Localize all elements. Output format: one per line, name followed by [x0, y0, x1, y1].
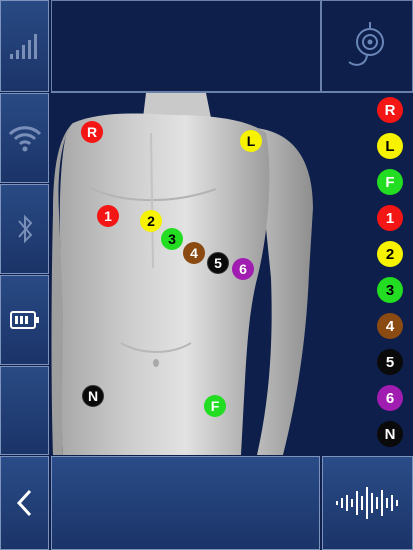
- electrode-1-label: 1: [104, 208, 112, 224]
- battery-icon: [9, 311, 39, 329]
- electrode-r-label: R: [86, 124, 98, 140]
- legend-3-label: 3: [385, 281, 395, 299]
- torso-image: [51, 93, 313, 455]
- legend-n: N: [377, 421, 403, 447]
- legend-5: 5: [377, 349, 403, 375]
- legend-5-label: 5: [385, 353, 395, 371]
- header-panel: [51, 0, 321, 92]
- electrode-2[interactable]: 2: [140, 210, 162, 232]
- electrode-l-label: L: [246, 133, 256, 149]
- back-button[interactable]: [0, 456, 49, 550]
- chevron-left-icon: [16, 489, 31, 517]
- electrode-1[interactable]: 1: [97, 205, 119, 227]
- electrode-4-label: 4: [190, 245, 198, 261]
- legend-4-label: 4: [385, 317, 395, 335]
- legend-n-label: N: [384, 425, 396, 443]
- legend-r: R: [377, 97, 403, 123]
- bottom-center-button[interactable]: [51, 456, 320, 550]
- empty-side-button[interactable]: [0, 366, 49, 455]
- electrode-3-label: 3: [168, 231, 176, 247]
- legend-f-label: F: [385, 173, 395, 191]
- legend-r-label: R: [384, 101, 396, 119]
- legend-l: L: [377, 133, 403, 159]
- legend-6-label: 6: [385, 389, 395, 407]
- legend-6: 6: [377, 385, 403, 411]
- bluetooth-icon: [17, 214, 32, 244]
- legend-1: 1: [377, 205, 403, 231]
- electrode-6-label: 6: [239, 261, 247, 277]
- electrode-r[interactable]: R: [81, 121, 103, 143]
- electrode-5-label: 5: [214, 255, 222, 271]
- electrode-2-label: 2: [147, 213, 155, 229]
- electrode-n[interactable]: N: [82, 385, 104, 407]
- wifi-button[interactable]: [0, 93, 49, 183]
- legend-1-label: 1: [385, 209, 395, 227]
- electrode-3[interactable]: 3: [161, 228, 183, 250]
- signal-strength-button[interactable]: [0, 0, 49, 92]
- stethoscope-button[interactable]: [321, 0, 413, 92]
- bluetooth-button[interactable]: [0, 184, 49, 274]
- electrode-n-label: N: [87, 388, 99, 404]
- electrode-4[interactable]: 4: [183, 242, 205, 264]
- legend-2: 2: [377, 241, 403, 267]
- electrode-f[interactable]: F: [204, 395, 226, 417]
- electrode-f-label: F: [210, 398, 220, 414]
- electrode-l[interactable]: L: [240, 130, 262, 152]
- waveform-button[interactable]: [322, 456, 413, 550]
- legend-l-label: L: [385, 137, 395, 155]
- legend-2-label: 2: [385, 245, 395, 263]
- electrode-5[interactable]: 5: [207, 252, 229, 274]
- legend-3: 3: [377, 277, 403, 303]
- audio-waveform-icon: [335, 487, 398, 519]
- battery-button[interactable]: [0, 275, 49, 365]
- wifi-icon: [8, 126, 41, 152]
- electrode-6[interactable]: 6: [232, 258, 254, 280]
- legend-4: 4: [377, 313, 403, 339]
- legend-f: F: [377, 169, 403, 195]
- stethoscope-probe-icon: [348, 22, 384, 66]
- signal-bars-icon: [9, 34, 37, 59]
